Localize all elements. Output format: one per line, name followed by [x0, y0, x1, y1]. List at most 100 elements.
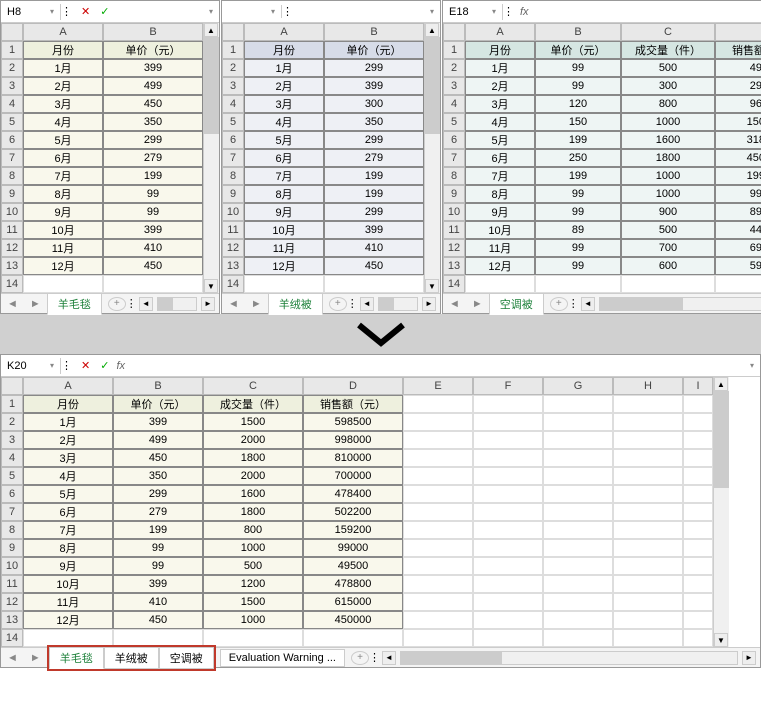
data-cell[interactable]: 99 [113, 539, 203, 557]
empty-cell[interactable] [535, 275, 621, 293]
row-header[interactable]: 1 [222, 41, 244, 59]
data-cell[interactable]: 1000 [203, 539, 303, 557]
scroll-left-icon[interactable]: ◄ [360, 297, 374, 311]
col-header[interactable]: A [244, 23, 324, 41]
data-cell[interactable]: 11月 [23, 239, 103, 257]
horizontal-scrollbar[interactable]: ⋮◄► [369, 651, 760, 665]
data-cell[interactable]: 450 [103, 95, 203, 113]
data-cell[interactable] [683, 467, 713, 485]
scroll-right-icon[interactable]: ► [422, 297, 436, 311]
row-header[interactable]: 1 [1, 41, 23, 59]
horizontal-scrollbar[interactable]: ⋮◄► [347, 297, 440, 311]
data-cell[interactable]: 150 [535, 113, 621, 131]
col-header[interactable]: F [473, 377, 543, 395]
data-cell[interactable]: 399 [324, 77, 424, 95]
empty-cell[interactable] [473, 629, 543, 647]
data-cell[interactable] [613, 503, 683, 521]
data-cell[interactable]: 9月 [244, 203, 324, 221]
data-cell[interactable] [613, 521, 683, 539]
data-cell[interactable]: 299 [113, 485, 203, 503]
data-cell[interactable] [473, 611, 543, 629]
row-header[interactable]: 4 [443, 95, 465, 113]
data-cell[interactable] [473, 467, 543, 485]
data-cell[interactable]: 499 [113, 431, 203, 449]
data-cell[interactable]: 49500 [303, 557, 403, 575]
data-cell[interactable]: 810000 [303, 449, 403, 467]
row-header[interactable]: 12 [443, 239, 465, 257]
scroll-down-icon[interactable]: ▼ [425, 279, 439, 293]
row-header[interactable]: 3 [443, 77, 465, 95]
row-header[interactable]: 9 [1, 539, 23, 557]
sheet-tab[interactable]: 羊绒被 [268, 293, 323, 315]
dropdown-icon[interactable]: ▾ [492, 7, 496, 16]
data-cell[interactable]: 12月 [23, 611, 113, 629]
scroll-track[interactable] [204, 37, 219, 279]
header-cell[interactable] [473, 395, 543, 413]
col-header[interactable]: A [23, 23, 103, 41]
data-cell[interactable] [473, 521, 543, 539]
add-sheet-button[interactable]: + [351, 651, 369, 665]
col-header[interactable]: C [203, 377, 303, 395]
data-cell[interactable]: 3月 [244, 95, 324, 113]
data-cell[interactable]: 1000 [203, 611, 303, 629]
data-cell[interactable]: 450000 [303, 611, 403, 629]
data-cell[interactable] [403, 503, 473, 521]
data-cell[interactable] [683, 503, 713, 521]
row-header[interactable]: 1 [443, 41, 465, 59]
data-cell[interactable]: 1800 [203, 503, 303, 521]
select-all-corner[interactable] [1, 23, 23, 41]
row-header[interactable]: 5 [443, 113, 465, 131]
data-cell[interactable]: 6月 [465, 149, 535, 167]
sheet-tab[interactable]: 空调被 [489, 293, 544, 315]
row-header[interactable]: 3 [222, 77, 244, 95]
data-cell[interactable]: 1600 [203, 485, 303, 503]
header-cell[interactable] [543, 395, 613, 413]
header-cell[interactable]: 单价（元） [324, 41, 424, 59]
row-header[interactable]: 7 [222, 149, 244, 167]
data-cell[interactable]: 300 [324, 95, 424, 113]
data-cell[interactable] [543, 593, 613, 611]
empty-cell[interactable] [621, 275, 715, 293]
col-header[interactable]: D [303, 377, 403, 395]
data-cell[interactable] [403, 485, 473, 503]
data-cell[interactable]: 399 [113, 575, 203, 593]
add-sheet-button[interactable]: + [108, 297, 126, 311]
data-cell[interactable] [473, 431, 543, 449]
header-cell[interactable]: 成交量（件） [621, 41, 715, 59]
tab-nav-next[interactable]: ► [466, 298, 489, 310]
scroll-track[interactable] [425, 37, 440, 279]
data-cell[interactable]: 12月 [465, 257, 535, 275]
data-cell[interactable]: 478400 [303, 485, 403, 503]
data-cell[interactable]: 399 [103, 59, 203, 77]
row-header[interactable]: 7 [1, 503, 23, 521]
data-cell[interactable]: 199 [324, 167, 424, 185]
dropdown-icon[interactable]: ▾ [50, 7, 54, 16]
empty-cell[interactable] [244, 275, 324, 293]
row-header[interactable]: 5 [222, 113, 244, 131]
header-cell[interactable]: 月份 [23, 395, 113, 413]
scroll-thumb[interactable] [714, 391, 729, 488]
data-cell[interactable]: 10月 [23, 575, 113, 593]
row-header[interactable]: 3 [1, 77, 23, 95]
tab-nav-prev[interactable]: ◄ [1, 298, 24, 310]
accept-icon[interactable]: ✓ [97, 359, 112, 372]
data-cell[interactable]: 410 [113, 593, 203, 611]
scroll-thumb[interactable] [158, 298, 173, 310]
scroll-track[interactable] [400, 651, 738, 665]
scroll-track[interactable] [714, 391, 729, 633]
data-cell[interactable]: 900 [621, 203, 715, 221]
data-cell[interactable] [403, 575, 473, 593]
name-box[interactable]: E18▾ [443, 4, 503, 20]
data-cell[interactable]: 350 [324, 113, 424, 131]
row-header[interactable]: 11 [1, 575, 23, 593]
data-cell[interactable]: 2月 [23, 431, 113, 449]
data-cell[interactable] [473, 449, 543, 467]
data-cell[interactable]: 2000 [203, 431, 303, 449]
row-header[interactable]: 4 [1, 95, 23, 113]
data-cell[interactable]: 1800 [203, 449, 303, 467]
data-cell[interactable]: 450000 [715, 149, 761, 167]
empty-cell[interactable] [613, 629, 683, 647]
data-cell[interactable]: 6月 [23, 149, 103, 167]
scroll-track[interactable] [378, 297, 418, 311]
data-cell[interactable]: 279 [113, 503, 203, 521]
